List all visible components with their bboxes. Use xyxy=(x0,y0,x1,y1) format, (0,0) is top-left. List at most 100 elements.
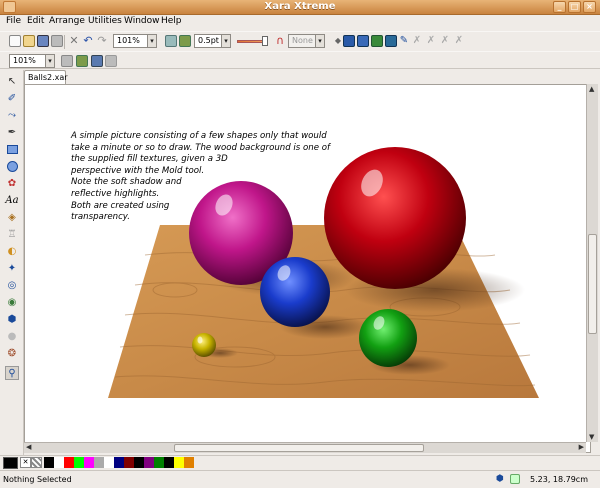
magnet-icon[interactable]: ∩ xyxy=(274,35,286,47)
color-swatch[interactable] xyxy=(164,457,174,468)
tool-bar: ↖ ✐ ⤳ ✒ ✿ Aa ◈ ♖ ◐ ✦ ◎ ◉ ⬢ ● ❂ ⚲ xyxy=(0,70,24,455)
pen-tool-icon[interactable]: ✒ xyxy=(5,126,19,140)
transparency-slider[interactable] xyxy=(237,40,265,43)
pattern-swatch[interactable] xyxy=(31,457,42,468)
color-swatch[interactable] xyxy=(124,457,134,468)
print-icon[interactable] xyxy=(51,35,63,47)
window-title: Xara Xtreme xyxy=(264,1,336,12)
menu-help[interactable]: Help xyxy=(161,16,182,26)
live-effects-tool-icon[interactable]: ❂ xyxy=(5,347,19,361)
arrange-forward-icon[interactable] xyxy=(357,35,369,47)
close-icon[interactable]: × xyxy=(583,1,596,13)
description-line: A simple picture consisting of a few sha… xyxy=(71,131,327,141)
open-icon[interactable] xyxy=(23,35,35,47)
combine-icon[interactable]: ✗ xyxy=(411,35,423,47)
shape-tool-icon[interactable]: ✿ xyxy=(5,177,19,191)
mold-tool-icon[interactable]: ✦ xyxy=(5,262,19,276)
ellipse-tool-icon[interactable] xyxy=(5,160,19,174)
undo-icon[interactable]: ↶ xyxy=(82,35,94,47)
no-color-icon[interactable]: ✕ xyxy=(20,457,31,468)
vertical-scrollbar[interactable]: ▲ ▼ xyxy=(586,84,598,442)
zoom-in-icon[interactable] xyxy=(61,55,73,67)
color-swatch[interactable] xyxy=(64,457,74,468)
green-ball xyxy=(359,309,417,367)
zoom-combo[interactable]: 101% ▾ xyxy=(113,34,157,48)
zoom-fit-icon[interactable] xyxy=(91,55,103,67)
menu-arrange[interactable]: Arrange xyxy=(49,16,85,26)
minimize-icon[interactable]: _ xyxy=(553,1,566,13)
snap-icon[interactable] xyxy=(510,474,520,484)
new-document-icon[interactable] xyxy=(9,35,21,47)
arrowhead-value: None xyxy=(292,36,313,45)
color-swatch[interactable] xyxy=(104,457,114,468)
zoom-tool-icon[interactable] xyxy=(165,35,177,47)
previous-zoom-icon[interactable] xyxy=(179,35,191,47)
menu-edit[interactable]: Edit xyxy=(27,16,44,26)
color-swatch[interactable] xyxy=(114,457,124,468)
maximize-icon[interactable]: □ xyxy=(568,1,581,13)
menu-file[interactable]: File xyxy=(6,16,21,26)
scroll-up-icon[interactable]: ▲ xyxy=(589,85,594,93)
transparency-tool-icon[interactable]: ♖ xyxy=(5,228,19,242)
text-tool-icon[interactable]: Aa xyxy=(5,194,19,208)
break-icon[interactable]: ✗ xyxy=(425,35,437,47)
selector-tool-icon[interactable]: ↖ xyxy=(5,75,19,89)
color-swatch[interactable] xyxy=(144,457,154,468)
bevel-tool-icon[interactable]: ◉ xyxy=(5,296,19,310)
title-bar: Xara Xtreme _ □ × xyxy=(0,0,600,15)
status-icon: ⬢ xyxy=(496,474,504,484)
color-swatch[interactable] xyxy=(94,457,104,468)
slider-handle[interactable] xyxy=(262,36,268,46)
document-tab[interactable]: Balls2.xar xyxy=(24,70,68,85)
color-swatch[interactable] xyxy=(74,457,84,468)
node-tool-icon[interactable]: ✎ xyxy=(398,35,410,47)
line-width-combo[interactable]: 0.5pt ▾ xyxy=(194,34,231,48)
contour-tool-icon[interactable]: ◎ xyxy=(5,279,19,293)
extrude-tool-icon[interactable]: ⬢ xyxy=(5,313,19,327)
zoom-page-icon[interactable] xyxy=(105,55,117,67)
color-swatch[interactable] xyxy=(174,457,184,468)
zoom-tool-active-icon[interactable]: ⚲ xyxy=(5,366,19,380)
freehand-tool-icon[interactable]: ✐ xyxy=(5,92,19,106)
vertical-scroll-thumb[interactable] xyxy=(588,234,597,334)
zoom-previous-icon[interactable] xyxy=(76,55,88,67)
scroll-down-icon[interactable]: ▼ xyxy=(589,433,594,441)
rectangle-tool-icon[interactable] xyxy=(5,143,19,157)
slice-icon[interactable]: ✗ xyxy=(439,35,451,47)
description-line: Note the soft shadow and xyxy=(71,177,182,188)
menu-window[interactable]: Window xyxy=(124,16,160,26)
cut-icon[interactable]: ✕ xyxy=(68,35,80,47)
horizontal-scroll-thumb[interactable] xyxy=(174,444,424,452)
horizontal-scrollbar[interactable]: ◀ ▶ xyxy=(24,442,586,453)
yellow-ball xyxy=(192,333,216,357)
description-line: transparency. xyxy=(71,212,130,223)
shadow-tool-icon[interactable]: ● xyxy=(5,330,19,344)
current-line-color[interactable] xyxy=(3,457,18,469)
scroll-left-icon[interactable]: ◀ xyxy=(26,443,31,451)
zoom2-combo[interactable]: 101% ▾ xyxy=(9,54,55,68)
zoom-value: 101% xyxy=(117,36,140,45)
color-swatch[interactable] xyxy=(184,457,194,468)
arrange-back-icon[interactable] xyxy=(371,35,383,47)
menu-utilities[interactable]: Utilities xyxy=(88,16,122,26)
color-bar: ✕ xyxy=(0,455,600,469)
description-line: Both are created using xyxy=(71,200,170,211)
color-swatch[interactable] xyxy=(154,457,164,468)
bezier-tool-icon[interactable]: ⤳ xyxy=(5,109,19,123)
save-icon[interactable] xyxy=(37,35,49,47)
arrowhead-combo[interactable]: None ▾ xyxy=(288,34,325,48)
redo-icon[interactable]: ↷ xyxy=(96,35,108,47)
group-icon[interactable] xyxy=(385,35,397,47)
color-swatch[interactable] xyxy=(44,457,54,468)
document-canvas[interactable]: A simple picture consisting of a few sha… xyxy=(24,84,591,453)
fill-tool-icon[interactable]: ◈ xyxy=(5,211,19,225)
clip-icon[interactable]: ✗ xyxy=(453,35,465,47)
color-swatch[interactable] xyxy=(134,457,144,468)
status-bar: Nothing Selected ⬢ 5.23, 18.79cm xyxy=(0,470,600,488)
color-swatch[interactable] xyxy=(54,457,64,468)
menu-bar: File Edit Arrange Utilities Window Help xyxy=(0,15,600,30)
blend-tool-icon[interactable]: ◐ xyxy=(5,245,19,259)
scroll-right-icon[interactable]: ▶ xyxy=(579,443,584,451)
color-swatch[interactable] xyxy=(84,457,94,468)
arrange-front-icon[interactable] xyxy=(343,35,355,47)
